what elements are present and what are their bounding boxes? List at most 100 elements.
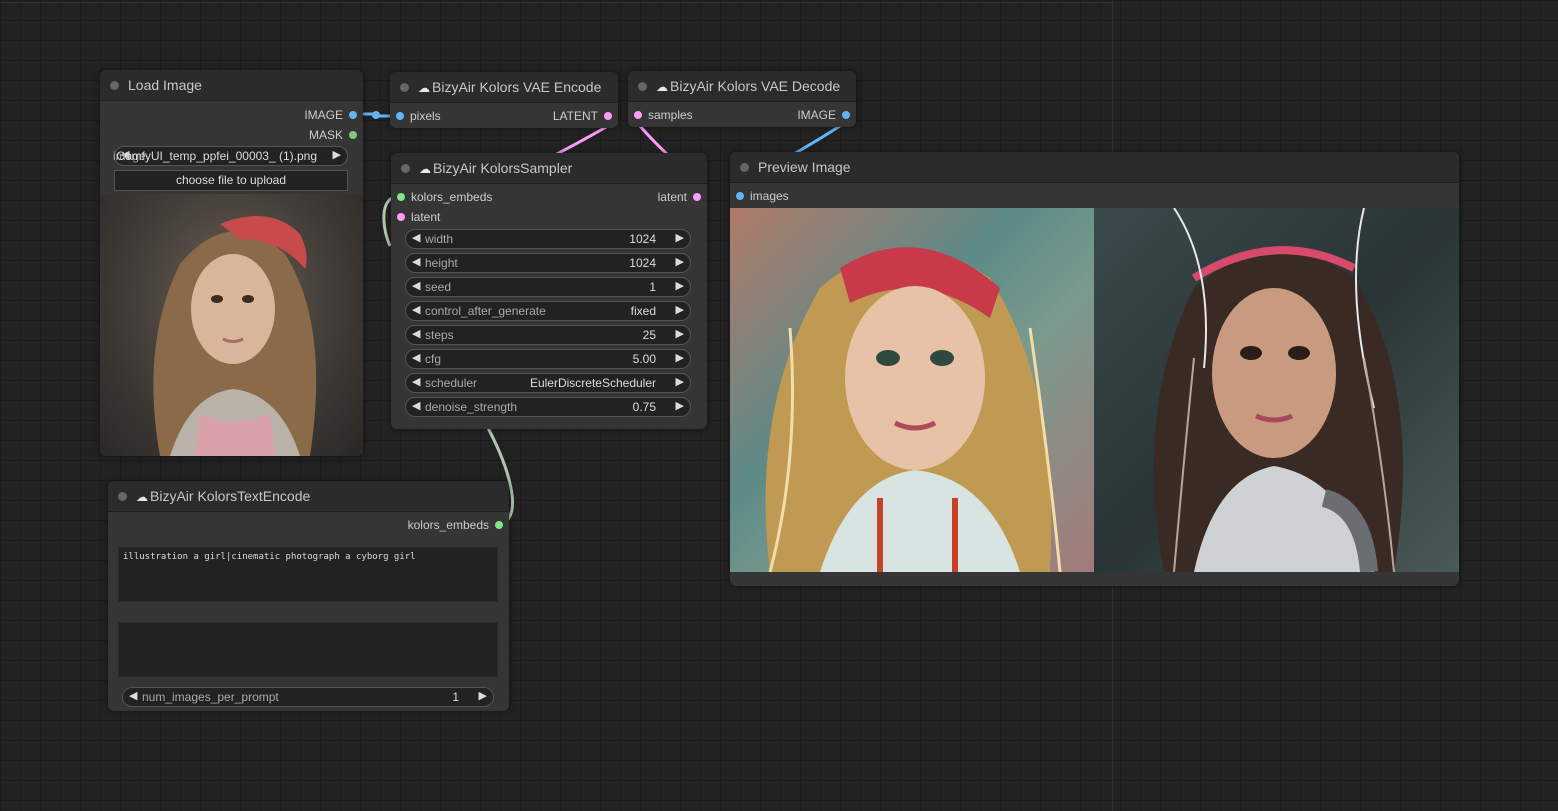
widget-value: 5.00 (632, 352, 656, 366)
collapse-dot-icon[interactable] (740, 163, 749, 172)
node-header[interactable]: Load Image (100, 70, 363, 101)
output-label-kolors-embeds: kolors_embeds (407, 518, 489, 532)
node-title: ☁ BizyAir KolorsTextEncode (136, 488, 310, 504)
input-label-kolors-embeds: kolors_embeds (411, 190, 493, 204)
choose-file-button[interactable]: choose file to upload (114, 170, 348, 191)
preview-image-illustration[interactable] (730, 208, 1094, 572)
widget-height[interactable]: ◀ height 1024 ▶ (405, 253, 691, 273)
collapse-dot-icon[interactable] (118, 492, 127, 501)
widget-width[interactable]: ◀ width 1024 ▶ (405, 229, 691, 249)
triangle-left-icon[interactable]: ◀ (412, 399, 420, 412)
widget-label: width (425, 232, 454, 246)
collapse-dot-icon[interactable] (401, 164, 410, 173)
triangle-right-icon[interactable]: ▶ (676, 375, 684, 388)
input-slot-pixels[interactable] (396, 112, 404, 120)
triangle-left-icon[interactable]: ◀ (412, 351, 420, 364)
triangle-left-icon[interactable]: ◀ (129, 689, 137, 702)
output-slot-mask[interactable] (349, 131, 357, 139)
triangle-right-icon[interactable]: ▶ (479, 689, 487, 702)
load-image-node[interactable]: Load Image IMAGE MASK ◀ image ComfyUI_te… (100, 70, 363, 456)
widget-seed[interactable]: ◀ seed 1 ▶ (405, 277, 691, 297)
vae-encode-node[interactable]: ☁ BizyAir Kolors VAE Encode pixels LATENT (390, 72, 618, 128)
input-slot-images[interactable] (736, 192, 744, 200)
widget-label: num_images_per_prompt (142, 690, 279, 704)
cloud-icon: ☁ (419, 162, 431, 176)
output-slot-latent[interactable] (604, 112, 612, 120)
widget-label: control_after_generate (425, 304, 546, 318)
widget-value: 1024 (629, 256, 656, 270)
wire-latent-sampler-to-decode (638, 125, 670, 157)
node-header[interactable]: ☁ BizyAir KolorsTextEncode (108, 481, 509, 512)
widget-value: EulerDiscreteScheduler (529, 376, 656, 390)
node-title: Preview Image (758, 159, 851, 175)
triangle-right-icon[interactable]: ▶ (676, 351, 684, 364)
node-title: ☁ BizyAir Kolors VAE Encode (418, 79, 601, 95)
node-header[interactable]: Preview Image (730, 152, 1459, 183)
widget-cfg[interactable]: ◀ cfg 5.00 ▶ (405, 349, 691, 369)
triangle-right-icon[interactable]: ▶ (676, 327, 684, 340)
kolors-sampler-node[interactable]: ☁ BizyAir KolorsSampler kolors_embeds lat… (391, 153, 707, 429)
triangle-right-icon[interactable]: ▶ (333, 148, 341, 161)
node-header[interactable]: ☁ BizyAir Kolors VAE Encode (390, 72, 618, 103)
widget-scheduler[interactable]: ◀ scheduler EulerDiscreteScheduler ▶ (405, 373, 691, 393)
input-label-latent: latent (411, 210, 441, 224)
widget-steps[interactable]: ◀ steps 25 ▶ (405, 325, 691, 345)
node-title-text: BizyAir KolorsTextEncode (150, 488, 311, 504)
node-title-text: BizyAir Kolors VAE Encode (432, 79, 602, 95)
triangle-right-icon[interactable]: ▶ (676, 231, 684, 244)
node-title-text: BizyAir KolorsSampler (433, 160, 573, 176)
node-title: Load Image (128, 77, 202, 93)
triangle-left-icon[interactable]: ◀ (412, 375, 420, 388)
triangle-right-icon[interactable]: ▶ (676, 303, 684, 316)
triangle-left-icon[interactable]: ◀ (412, 327, 420, 340)
output-slot-kolors-embeds[interactable] (495, 521, 503, 529)
preview-image-cyborg[interactable] (1094, 208, 1459, 572)
preview-image-node[interactable]: Preview Image images (730, 152, 1459, 586)
triangle-left-icon[interactable]: ◀ (412, 231, 420, 244)
output-label-latent: LATENT (552, 109, 598, 123)
triangle-right-icon[interactable]: ▶ (676, 279, 684, 292)
node-header[interactable]: ☁ BizyAir KolorsSampler (391, 153, 707, 184)
triangle-left-icon[interactable]: ◀ (412, 255, 420, 268)
output-slot-image[interactable] (842, 111, 850, 119)
widget-denoise-strength[interactable]: ◀ denoise_strength 0.75 ▶ (405, 397, 691, 417)
collapse-dot-icon[interactable] (400, 83, 409, 92)
cyborg-girl-image (1154, 208, 1403, 572)
triangle-left-icon[interactable]: ◀ (412, 303, 420, 316)
input-slot-latent[interactable] (397, 213, 405, 221)
widget-label: scheduler (425, 376, 478, 390)
cloud-icon: ☁ (136, 490, 148, 504)
widget-control-after-generate[interactable]: ◀ control_after_generate fixed ▶ (405, 301, 691, 321)
cloud-icon: ☁ (656, 80, 668, 94)
wire-latent-encode-to-sampler (554, 124, 609, 157)
canvas-guide-horizontal (0, 2, 1113, 3)
image-file-select[interactable]: ◀ image ComfyUI_temp_ppfei_00003_ (1).pn… (113, 146, 348, 166)
negative-prompt-textarea[interactable] (118, 622, 498, 677)
output-slot-latent[interactable] (693, 193, 701, 201)
collapse-dot-icon[interactable] (110, 81, 119, 90)
widget-value: ComfyUI_temp_ppfei_00003_ (1).png (116, 149, 317, 163)
prompt-textarea[interactable]: illustration a girl|cinematic photograph… (118, 547, 498, 602)
input-label-samples: samples (648, 108, 693, 122)
output-label-latent: latent (657, 190, 687, 204)
output-label-image: IMAGE (304, 108, 343, 122)
widget-num-images-per-prompt[interactable]: ◀ num_images_per_prompt 1 ▶ (122, 687, 494, 707)
triangle-left-icon[interactable]: ◀ (412, 279, 420, 292)
input-slot-samples[interactable] (634, 111, 642, 119)
widget-label: seed (425, 280, 452, 294)
girl-portrait-image (153, 216, 317, 456)
node-header[interactable]: ☁ BizyAir Kolors VAE Decode (628, 71, 856, 102)
triangle-right-icon[interactable]: ▶ (676, 255, 684, 268)
widget-label: height (425, 256, 458, 270)
vae-decode-node[interactable]: ☁ BizyAir Kolors VAE Decode samples IMAGE (628, 71, 856, 127)
widget-value: 0.75 (632, 400, 656, 414)
widget-value: 1 (452, 690, 459, 704)
collapse-dot-icon[interactable] (638, 82, 647, 91)
input-slot-kolors-embeds[interactable] (397, 193, 405, 201)
output-slot-image[interactable] (349, 111, 357, 119)
widget-value: 25 (642, 328, 656, 342)
input-label-pixels: pixels (410, 109, 441, 123)
triangle-right-icon[interactable]: ▶ (676, 399, 684, 412)
kolors-text-encode-node[interactable]: ☁ BizyAir KolorsTextEncode kolors_embeds … (108, 481, 509, 711)
loaded-image-preview (100, 194, 363, 456)
